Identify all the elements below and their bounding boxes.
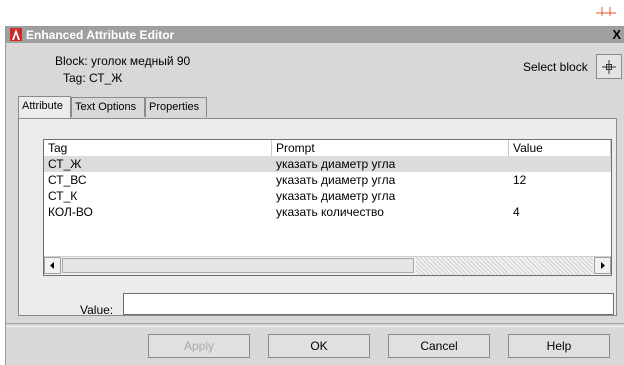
cell-prompt: указать диаметр угла xyxy=(276,189,396,203)
close-icon[interactable]: X xyxy=(612,27,621,43)
block-name-label: Block: уголок медный 90 xyxy=(55,54,191,68)
tab-text-options[interactable]: Text Options xyxy=(71,97,145,117)
arrow-left-icon xyxy=(50,262,54,269)
list-header: Tag Prompt Value xyxy=(44,140,611,157)
cell-tag: СТ_Ж xyxy=(48,157,82,171)
value-label: Value: xyxy=(80,303,114,317)
cell-prompt: указать диаметр угла xyxy=(276,157,396,171)
cell-value: 4 xyxy=(513,205,520,219)
scroll-right-button[interactable] xyxy=(594,257,611,274)
cell-prompt: указать диаметр угла xyxy=(276,173,396,187)
cell-prompt: указать количество xyxy=(276,205,384,219)
column-header-value[interactable]: Value xyxy=(509,140,611,156)
autocad-app-icon xyxy=(10,28,22,41)
tag-name-label: Tag: СТ_Ж xyxy=(63,71,123,85)
scroll-track[interactable] xyxy=(416,257,593,275)
column-header-prompt[interactable]: Prompt xyxy=(272,140,509,156)
separator xyxy=(6,323,624,327)
tab-properties[interactable]: Properties xyxy=(145,97,207,117)
value-input[interactable] xyxy=(123,293,614,315)
dialog-title: Enhanced Attribute Editor xyxy=(26,28,175,42)
cell-value: 12 xyxy=(513,173,527,187)
arrow-right-icon xyxy=(601,262,605,269)
cell-tag: СТ_ВС xyxy=(48,173,87,187)
table-row[interactable]: КОЛ-ВО указать количество 4 xyxy=(44,204,611,220)
help-button[interactable]: Help xyxy=(508,334,610,358)
cancel-button[interactable]: Cancel xyxy=(388,334,490,358)
table-row[interactable]: СТ_ВС указать диаметр угла 12 xyxy=(44,172,611,188)
crosshair-pick-icon xyxy=(602,60,616,74)
select-block-label: Select block xyxy=(523,60,588,74)
attribute-list[interactable]: Tag Prompt Value СТ_Ж указать диаметр уг… xyxy=(43,139,612,276)
column-header-tag[interactable]: Tag xyxy=(44,140,272,156)
attribute-editor-dialog: Enhanced Attribute Editor X Block: уголо… xyxy=(5,26,624,365)
tab-attribute[interactable]: Attribute xyxy=(18,96,71,118)
ok-button[interactable]: OK xyxy=(268,334,370,358)
select-block-button[interactable] xyxy=(596,54,622,79)
apply-button[interactable]: Apply xyxy=(148,334,250,358)
scroll-left-button[interactable] xyxy=(44,257,61,274)
attribute-tab-panel: Tag Prompt Value СТ_Ж указать диаметр уг… xyxy=(18,118,617,316)
horizontal-scrollbar[interactable] xyxy=(44,256,611,275)
table-row[interactable]: СТ_К указать диаметр угла xyxy=(44,188,611,204)
scroll-thumb[interactable] xyxy=(62,258,414,273)
cell-tag: КОЛ-ВО xyxy=(48,205,93,219)
cell-tag: СТ_К xyxy=(48,189,78,203)
table-row[interactable]: СТ_Ж указать диаметр угла xyxy=(44,156,611,172)
crosshair-cursor-icon xyxy=(596,7,616,16)
title-bar[interactable]: Enhanced Attribute Editor X xyxy=(6,27,624,43)
